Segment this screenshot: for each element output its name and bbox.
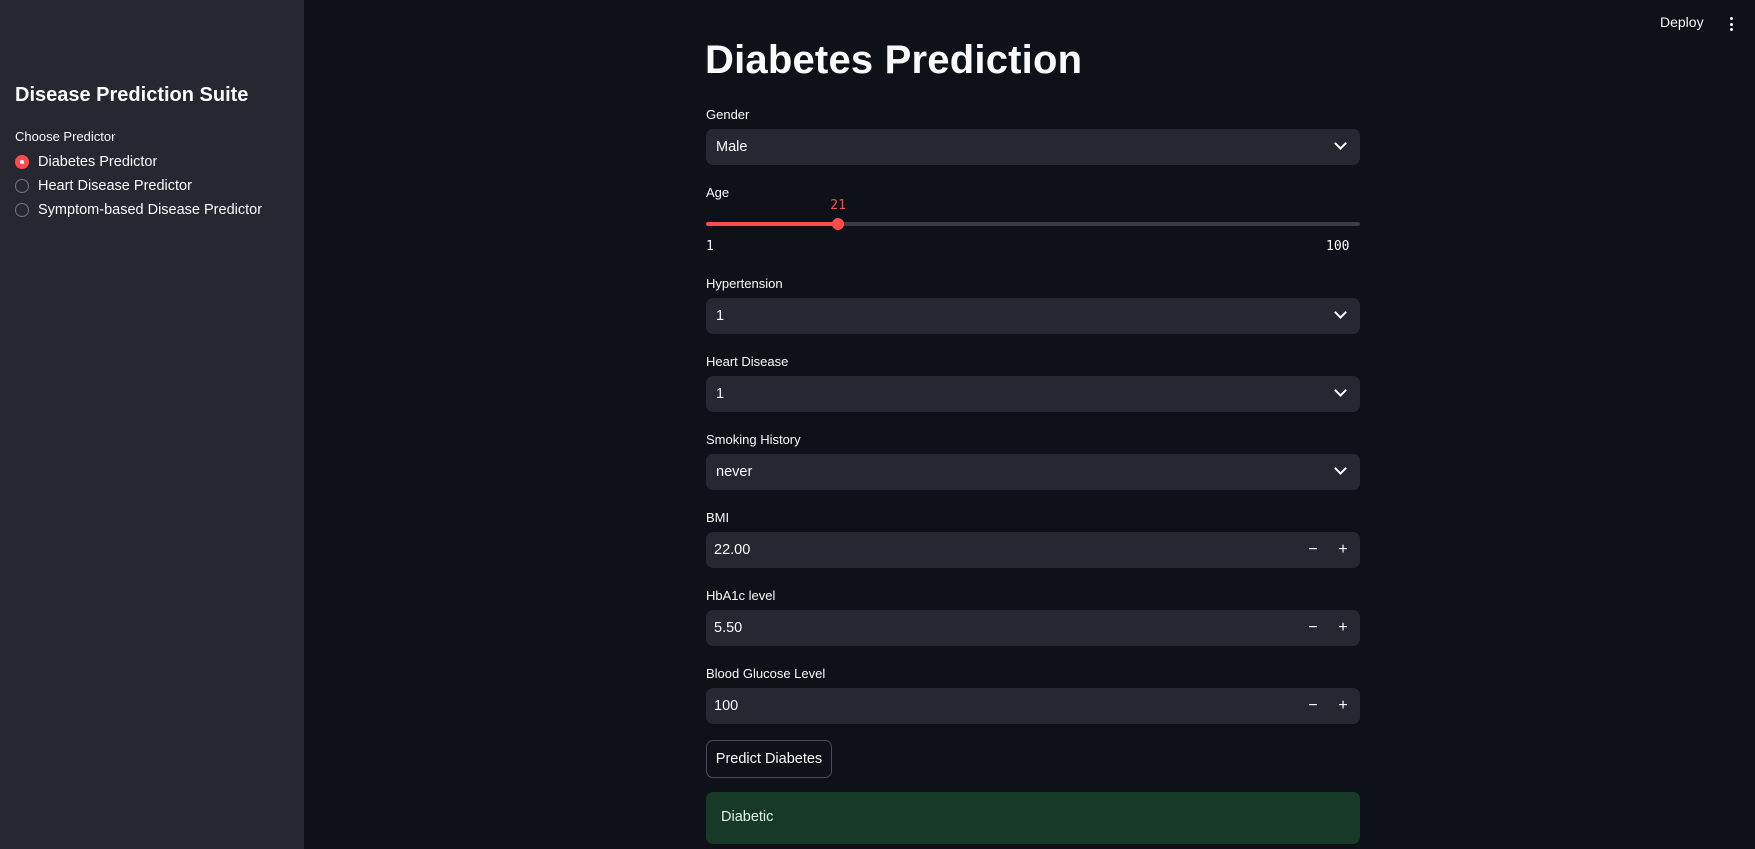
bmi-number-input: − + — [706, 532, 1360, 568]
blood-glucose-label: Blood Glucose Level — [706, 666, 826, 681]
radio-checked-icon — [15, 155, 29, 169]
heart-disease-value: 1 — [716, 386, 725, 402]
hypertension-value: 1 — [716, 308, 725, 324]
radio-unchecked-icon — [15, 203, 29, 217]
age-slider-min: 1 — [706, 239, 714, 254]
age-slider[interactable]: 21 — [706, 198, 1360, 230]
bmi-field[interactable] — [706, 532, 1286, 568]
kebab-menu-icon[interactable] — [1724, 14, 1738, 34]
chevron-down-icon — [1334, 137, 1347, 150]
radio-label: Symptom-based Disease Predictor — [38, 202, 263, 218]
smoking-history-select[interactable]: never — [706, 454, 1360, 490]
heart-disease-label: Heart Disease — [706, 354, 789, 369]
chevron-down-icon — [1334, 384, 1347, 397]
hba1c-label: HbA1c level — [706, 588, 776, 603]
smoking-history-label: Smoking History — [706, 432, 801, 447]
age-label: Age — [706, 185, 730, 200]
blood-glucose-increment-button[interactable]: + — [1328, 688, 1358, 724]
hba1c-increment-button[interactable]: + — [1328, 610, 1358, 646]
predict-diabetes-button[interactable]: Predict Diabetes — [706, 740, 832, 778]
gender-label: Gender — [706, 107, 750, 122]
radio-diabetes-predictor[interactable]: Diabetes Predictor — [15, 152, 157, 172]
age-slider-thumb[interactable] — [832, 218, 845, 230]
blood-glucose-field[interactable] — [706, 688, 1286, 724]
hypertension-label: Hypertension — [706, 276, 783, 291]
age-slider-fill — [706, 222, 839, 226]
chevron-down-icon — [1334, 462, 1347, 475]
result-alert: Diabetic — [706, 792, 1360, 844]
smoking-history-value: never — [716, 464, 753, 480]
result-text: Diabetic — [721, 809, 774, 825]
hba1c-field[interactable] — [706, 610, 1286, 646]
sidebar: Disease Prediction Suite Choose Predicto… — [0, 0, 304, 849]
gender-value: Male — [716, 139, 748, 155]
page-title: Diabetes Prediction — [705, 38, 1083, 82]
deploy-button[interactable]: Deploy — [1660, 14, 1704, 30]
hba1c-number-input: − + — [706, 610, 1360, 646]
radio-label: Diabetes Predictor — [38, 154, 158, 170]
hba1c-decrement-button[interactable]: − — [1298, 610, 1328, 646]
age-slider-value: 21 — [830, 198, 846, 213]
bmi-decrement-button[interactable]: − — [1298, 532, 1328, 568]
radio-label: Heart Disease Predictor — [38, 178, 192, 194]
predictor-radio-label: Choose Predictor — [15, 129, 116, 144]
blood-glucose-decrement-button[interactable]: − — [1298, 688, 1328, 724]
blood-glucose-number-input: − + — [706, 688, 1360, 724]
chevron-down-icon — [1334, 306, 1347, 319]
bmi-increment-button[interactable]: + — [1328, 532, 1358, 568]
heart-disease-select[interactable]: 1 — [706, 376, 1360, 412]
radio-symptom-based-predictor[interactable]: Symptom-based Disease Predictor — [15, 200, 262, 220]
radio-unchecked-icon — [15, 179, 29, 193]
gender-select[interactable]: Male — [706, 129, 1360, 165]
radio-heart-disease-predictor[interactable]: Heart Disease Predictor — [15, 176, 192, 196]
hypertension-select[interactable]: 1 — [706, 298, 1360, 334]
bmi-label: BMI — [706, 510, 730, 525]
age-slider-max: 100 — [1326, 239, 1350, 254]
sidebar-title: Disease Prediction Suite — [15, 84, 249, 106]
